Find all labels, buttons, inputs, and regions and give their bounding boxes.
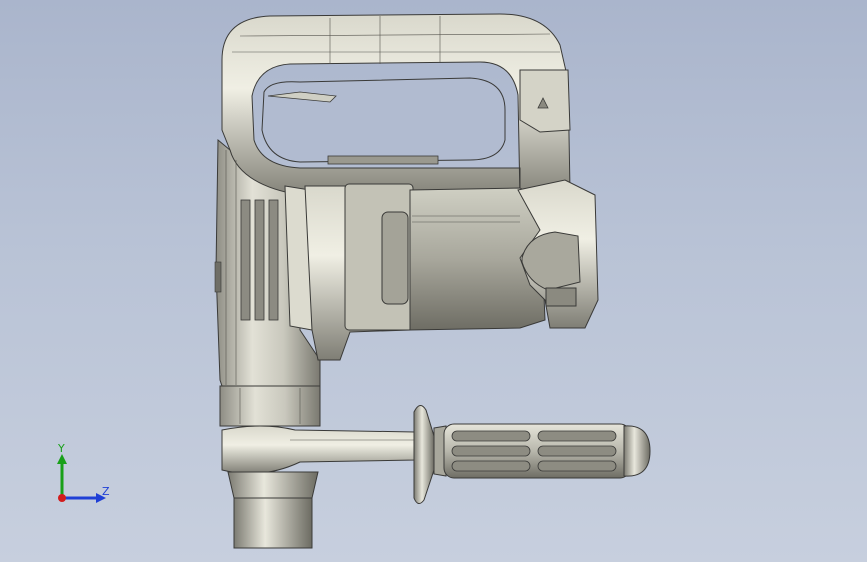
orientation-triad: Y Z	[44, 438, 114, 508]
y-axis-label: Y	[58, 442, 65, 455]
cad-viewport[interactable]: Y Z	[0, 0, 867, 562]
lower-housing	[219, 385, 321, 427]
z-axis-label: Z	[102, 485, 110, 498]
motor-barrel	[304, 183, 546, 361]
chuck	[227, 471, 319, 549]
x-axis-dot	[58, 494, 66, 502]
hammer-drill-model[interactable]	[0, 0, 867, 562]
top-handle	[221, 13, 571, 201]
